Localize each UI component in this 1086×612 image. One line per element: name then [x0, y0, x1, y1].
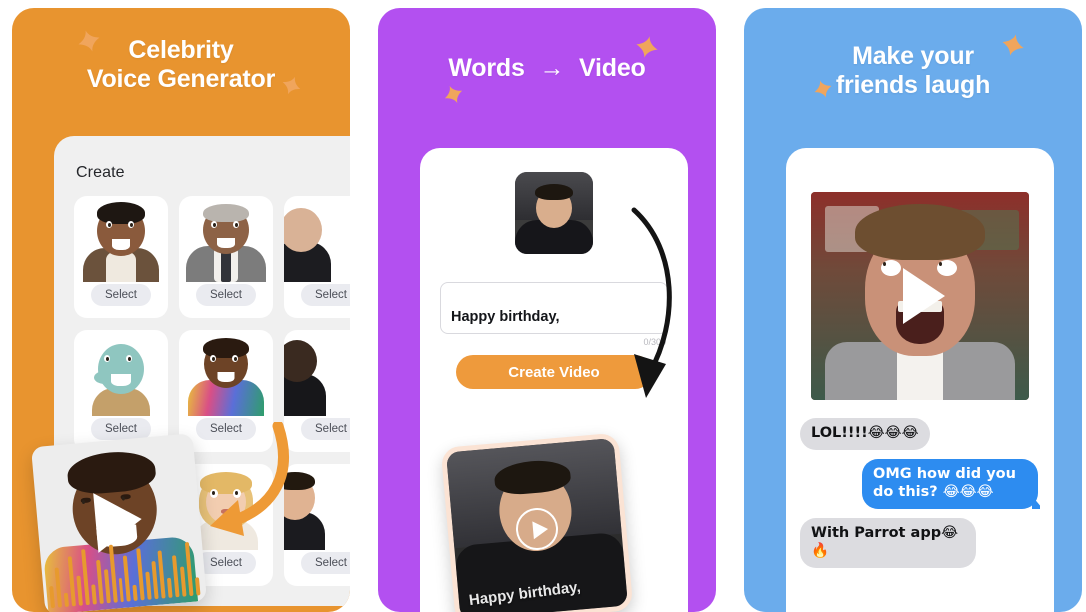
character-portrait — [284, 464, 350, 550]
generated-video-card[interactable]: Happy birthday, — [440, 432, 634, 612]
chat-bubble-incoming: LOL!!!!😂😂😂 — [800, 418, 930, 450]
panel-title-line-1: Celebrity — [128, 36, 234, 64]
panel-title: Make your friends laugh — [744, 8, 1082, 101]
character-portrait — [179, 196, 273, 282]
chat-thread: LOL!!!!😂😂😂 OMG how did you do this? 😂😂😂 … — [786, 400, 1054, 577]
chat-row: OMG how did you do this? 😂😂😂 — [800, 458, 1040, 518]
panel-make-friends-laugh: Make your friends laugh LOL!!!!😂😂😂 OMG h… — [744, 8, 1082, 612]
curved-arrow-icon — [210, 422, 289, 536]
select-button[interactable]: Select — [301, 418, 350, 440]
sparkle-star-icon — [441, 82, 466, 107]
panel-title: Words → Video — [378, 8, 716, 83]
character-card[interactable]: Select — [284, 464, 350, 586]
select-button[interactable]: Select — [301, 552, 350, 574]
arrow-right-icon: → — [539, 54, 565, 82]
character-card[interactable]: Select — [284, 330, 350, 452]
play-icon[interactable] — [903, 268, 946, 324]
chat-panel: LOL!!!!😂😂😂 OMG how did you do this? 😂😂😂 … — [786, 148, 1054, 612]
panel-title-line-2: friends laugh — [835, 71, 991, 100]
character-portrait — [284, 330, 350, 416]
select-button[interactable]: Select — [196, 284, 256, 306]
character-portrait — [74, 330, 168, 416]
select-button[interactable]: Select — [196, 552, 256, 574]
panel-title-line-2: Voice Generator — [86, 65, 276, 94]
selected-avatar[interactable] — [515, 172, 593, 254]
character-portrait — [284, 196, 350, 282]
panel-title-word-left: Words — [448, 54, 525, 82]
app-store-screenshot-set: Celebrity Voice Generator Create Select … — [0, 0, 1086, 612]
chat-row: With Parrot app😂🔥 — [800, 517, 1040, 577]
character-portrait — [74, 196, 168, 282]
panel-celebrity-voice-generator: Celebrity Voice Generator Create Select … — [12, 8, 350, 612]
panel-words-to-video: Words → Video Happy birthday, Frank 0/30… — [378, 8, 716, 612]
character-card[interactable]: Select — [179, 196, 273, 318]
create-section-label: Create — [76, 164, 125, 181]
meme-video[interactable] — [811, 192, 1029, 400]
panel-title-word-right: Video — [579, 54, 646, 82]
curved-arrow-icon — [631, 207, 672, 398]
panel-title-line-1: Make your — [852, 42, 974, 70]
character-card[interactable]: Select — [284, 196, 350, 318]
chat-bubble-outgoing: OMG how did you do this? 😂😂😂 — [862, 458, 1040, 509]
select-button[interactable]: Select — [91, 284, 151, 306]
chat-row: LOL!!!!😂😂😂 — [800, 418, 1040, 459]
chat-bubble-incoming: With Parrot app😂🔥 — [800, 517, 976, 568]
select-button[interactable]: Select — [301, 284, 350, 306]
play-icon[interactable] — [93, 488, 145, 553]
character-card[interactable]: Select — [74, 330, 168, 452]
message-input-line-1: Happy birthday, — [451, 309, 560, 326]
character-portrait — [179, 330, 273, 416]
character-card[interactable]: Select — [74, 196, 168, 318]
